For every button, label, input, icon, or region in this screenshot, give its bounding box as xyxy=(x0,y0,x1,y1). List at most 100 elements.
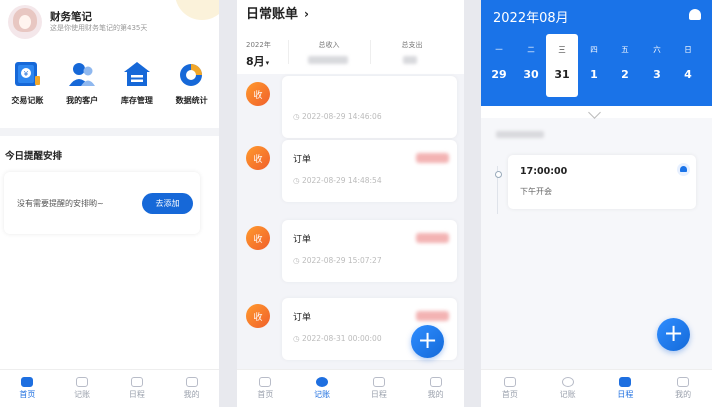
income-badge: 收 xyxy=(246,304,270,328)
record-time: ◷ 2022-08-29 14:46:06 xyxy=(293,112,382,121)
record-card[interactable]: 订单 ◷ 2022-08-29 14:48:54 xyxy=(282,140,457,202)
yuan-icon xyxy=(76,377,89,387)
transaction-book-icon: ¥ xyxy=(12,60,42,88)
avatar[interactable] xyxy=(8,5,42,39)
pie-chart-icon xyxy=(177,60,207,88)
day-cell[interactable]: 3 xyxy=(645,68,669,81)
day-cell[interactable]: 4 xyxy=(676,68,700,81)
tab-ledger[interactable]: 记账 xyxy=(294,370,351,407)
tab-profile[interactable]: 我的 xyxy=(654,370,712,407)
home-icon xyxy=(259,377,272,387)
tab-ledger[interactable]: 记账 xyxy=(55,370,110,407)
summary-bar: 2022年 8月▾ 总收入 总支出 xyxy=(237,30,464,74)
tab-schedule[interactable]: 日程 xyxy=(351,370,408,407)
profile-icon xyxy=(185,377,198,387)
record-title: 订单 xyxy=(293,313,312,323)
day-cell[interactable]: 2 xyxy=(613,68,637,81)
feature-customers[interactable]: 我的客户 xyxy=(55,60,110,106)
ledger-screen: 日常账单 › 2022年 8月▾ 总收入 总支出 收 ◷ 2022-08-29 1… xyxy=(237,0,464,407)
alarm-icon[interactable] xyxy=(689,9,701,20)
day-cell[interactable]: 29 xyxy=(487,68,511,81)
income-badge: 收 xyxy=(246,146,270,170)
tab-profile[interactable]: 我的 xyxy=(407,370,464,407)
income-value xyxy=(308,56,348,64)
record-card[interactable]: 订单 ◷ 2022-08-29 15:07:27 xyxy=(282,220,457,282)
record-time: ◷ 2022-08-29 14:48:54 xyxy=(293,176,382,185)
calendar-icon xyxy=(372,377,385,387)
timeline-dot xyxy=(495,171,502,178)
dropdown-icon: ▾ xyxy=(265,59,270,67)
reminder-title: 今日提醒安排 xyxy=(5,151,63,162)
record-card[interactable]: ◷ 2022-08-29 14:46:06 xyxy=(282,76,457,138)
calendar-icon xyxy=(619,377,632,387)
expense-value xyxy=(403,56,417,64)
calendar-title: 2022年08月 xyxy=(493,11,569,26)
welcome-text: 这是你使用财务笔记的第435天 xyxy=(50,24,148,32)
schedule-screen: 2022年08月 一 二 三 四 五 六 日 29 30 31 1 2 3 4 … xyxy=(481,0,712,407)
customers-icon xyxy=(67,60,97,88)
yuan-icon xyxy=(561,377,574,387)
weekday-label: 五 xyxy=(621,45,629,54)
divider xyxy=(370,40,371,64)
event-desc: 下午开会 xyxy=(520,187,552,196)
calendar-header: 2022年08月 一 二 三 四 五 六 日 29 30 31 1 2 3 4 xyxy=(481,0,712,106)
weekday-label: 四 xyxy=(590,45,598,54)
home-screen: 财务笔记 这是你使用财务笔记的第435天 ¥ 交易记账 我的客户 库存管理 数据… xyxy=(0,0,219,407)
warehouse-icon xyxy=(122,60,152,88)
tab-schedule[interactable]: 日程 xyxy=(597,370,655,407)
tab-ledger[interactable]: 记账 xyxy=(539,370,597,407)
divider xyxy=(288,40,289,64)
svg-text:¥: ¥ xyxy=(24,70,29,78)
add-record-button[interactable]: + xyxy=(411,325,444,358)
section-divider xyxy=(0,128,219,136)
date-label xyxy=(496,131,544,138)
chevron-right-icon: › xyxy=(304,7,309,21)
tab-home[interactable]: 首页 xyxy=(237,370,294,407)
calendar-icon xyxy=(130,377,143,387)
weekday-label: 三 xyxy=(558,45,566,54)
feature-transaction[interactable]: ¥ 交易记账 xyxy=(0,60,55,106)
weekday-label: 日 xyxy=(684,45,692,54)
tab-schedule[interactable]: 日程 xyxy=(110,370,165,407)
record-amount xyxy=(416,311,449,321)
income-label: 总收入 xyxy=(318,41,340,49)
yuan-icon xyxy=(316,377,329,387)
event-time: 17:00:00 xyxy=(520,166,568,177)
decorative-blob xyxy=(175,0,219,20)
day-cell[interactable]: 30 xyxy=(519,68,543,81)
alarm-icon xyxy=(677,163,690,176)
day-cell[interactable]: 31 xyxy=(550,68,574,81)
feature-statistics[interactable]: 数据统计 xyxy=(164,60,219,106)
year-label: 2022年 xyxy=(246,41,271,49)
ledger-title[interactable]: 日常账单 › xyxy=(246,3,309,22)
expense-label: 总支出 xyxy=(401,41,423,49)
feature-label: 数据统计 xyxy=(175,96,208,105)
reminder-card: 没有需要提醒的安排哟~ 去添加 xyxy=(4,172,200,234)
record-amount xyxy=(416,153,449,163)
feature-label: 我的客户 xyxy=(66,96,99,105)
day-cell[interactable]: 1 xyxy=(582,68,606,81)
home-icon xyxy=(21,377,34,387)
feature-inventory[interactable]: 库存管理 xyxy=(110,60,165,106)
record-time: ◷ 2022-08-29 15:07:27 xyxy=(293,256,382,265)
profile-icon xyxy=(429,377,442,387)
record-time: ◷ 2022-08-31 00:00:00 xyxy=(293,334,382,343)
weekday-label: 六 xyxy=(653,45,661,54)
tab-home[interactable]: 首页 xyxy=(481,370,539,407)
event-card[interactable]: 17:00:00 下午开会 xyxy=(508,155,696,209)
tab-bar: 首页 记账 日程 我的 xyxy=(0,369,219,407)
tab-bar: 首页 记账 日程 我的 xyxy=(481,369,712,407)
weekday-label: 一 xyxy=(495,45,503,54)
income-badge: 收 xyxy=(246,82,270,106)
feature-grid: ¥ 交易记账 我的客户 库存管理 数据统计 xyxy=(0,60,219,106)
profile-icon xyxy=(677,377,690,387)
weekday-label: 二 xyxy=(527,45,535,54)
record-title: 订单 xyxy=(293,155,312,165)
tab-home[interactable]: 首页 xyxy=(0,370,55,407)
empty-reminder-text: 没有需要提醒的安排哟~ xyxy=(17,199,104,208)
add-reminder-button[interactable]: 去添加 xyxy=(142,193,193,214)
tab-bar: 首页 记账 日程 我的 xyxy=(237,369,464,407)
month-selector[interactable]: 8月▾ xyxy=(246,53,269,69)
add-event-button[interactable]: + xyxy=(657,318,690,351)
tab-profile[interactable]: 我的 xyxy=(164,370,219,407)
